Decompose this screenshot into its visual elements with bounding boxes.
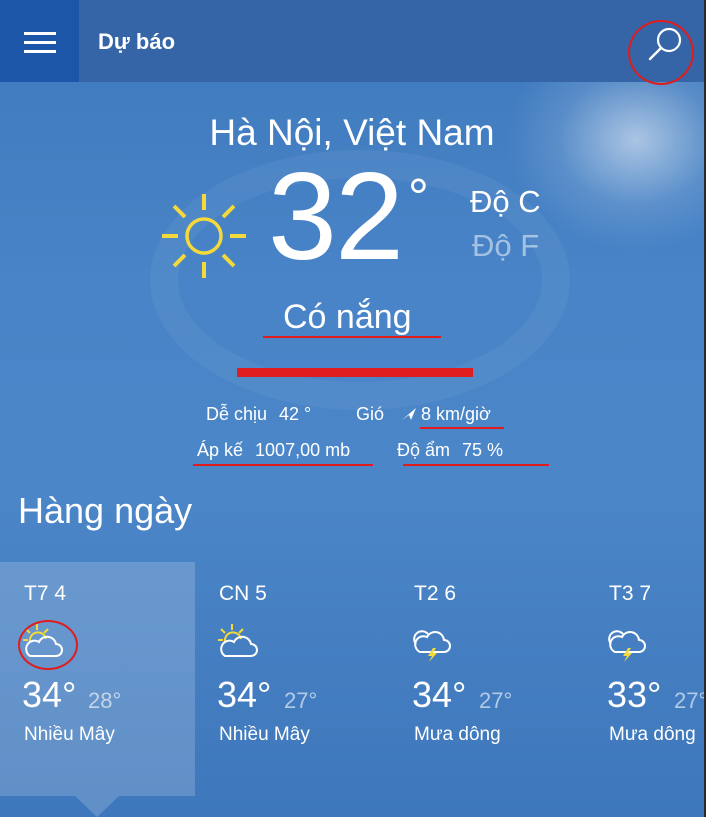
feels-like-label: Dễ chịu	[206, 404, 268, 424]
day-label: T7 4	[24, 582, 67, 605]
day-condition: Mưa dông	[609, 724, 696, 745]
day-condition: Mưa dông	[414, 724, 501, 745]
humidity-label: Độ ẩm	[397, 440, 451, 460]
wind-direction-arrow-icon	[402, 408, 417, 420]
daily-section-title: Hàng ngày	[18, 490, 193, 531]
day-label: T3 7	[609, 582, 652, 605]
unit-fahrenheit-toggle[interactable]: Độ F	[472, 228, 539, 264]
search-highlight-circle	[628, 20, 694, 85]
page-title: Dự báo	[98, 29, 176, 54]
menu-button[interactable]	[0, 0, 79, 82]
day-label: CN 5	[219, 582, 267, 605]
weather-app: Dự báo Hà Nội, Việt Nam 32 ° Độ C Độ F C…	[0, 0, 706, 817]
hamburger-menu-icon	[24, 41, 56, 44]
day-card[interactable]: T2 6 34° 27° Mưa dông	[390, 562, 585, 796]
sun-icon	[162, 194, 246, 278]
pressure-underline	[193, 464, 373, 466]
app-header: Dự báo	[0, 0, 704, 82]
last-updated-redaction	[237, 368, 473, 377]
day-card[interactable]: CN 5 34° 27° Nhiều Mây	[195, 562, 390, 796]
pressure: Áp kế 1007,00 mb	[197, 440, 350, 461]
degree-symbol: °	[408, 169, 429, 227]
humidity-underline	[403, 464, 549, 466]
wind-value: 8 km/giờ	[421, 404, 491, 424]
current-temperature: 32	[268, 148, 404, 286]
day-condition: Nhiều Mây	[24, 724, 115, 745]
pressure-label: Áp kế	[197, 440, 244, 460]
day-low-temp: 27°	[284, 688, 318, 713]
day-condition: Nhiều Mây	[219, 724, 310, 745]
selected-day-pointer	[75, 796, 119, 817]
day-high-temp: 34°	[217, 674, 272, 715]
day-high-temp: 34°	[22, 674, 77, 715]
icon-highlight-circle	[18, 620, 78, 670]
condition-underline	[263, 336, 441, 338]
partly-sunny-icon	[218, 624, 258, 657]
pressure-value: 1007,00 mb	[255, 440, 351, 460]
day-card[interactable]: T3 7 33° 27° Mưa dông	[585, 562, 704, 796]
day-low-temp: 27°	[674, 688, 704, 713]
feels-like: Dễ chịu 42 °	[206, 404, 311, 425]
day-high-temp: 33°	[607, 674, 662, 715]
day-card[interactable]: T7 4 34° 28° Nhiều Mây	[0, 562, 195, 796]
thunderstorm-icon	[608, 630, 646, 662]
wind-underline	[420, 427, 504, 429]
day-high-temp: 34°	[412, 674, 467, 715]
day-low-temp: 28°	[88, 688, 122, 713]
humidity-value: 75 %	[462, 440, 504, 460]
thunderstorm-icon	[413, 630, 451, 662]
day-low-temp: 27°	[479, 688, 513, 713]
unit-celsius-toggle[interactable]: Độ C	[470, 184, 541, 220]
humidity: Độ ẩm 75 %	[397, 440, 503, 461]
wind-label: Gió	[356, 404, 385, 424]
hamburger-menu-icon	[24, 32, 56, 35]
feels-like-value: 42 °	[279, 404, 312, 424]
hamburger-menu-icon	[24, 50, 56, 53]
wind: Gió 8 km/giờ	[356, 404, 491, 425]
day-label: T2 6	[414, 582, 457, 605]
current-condition: Có nắng	[283, 298, 412, 336]
